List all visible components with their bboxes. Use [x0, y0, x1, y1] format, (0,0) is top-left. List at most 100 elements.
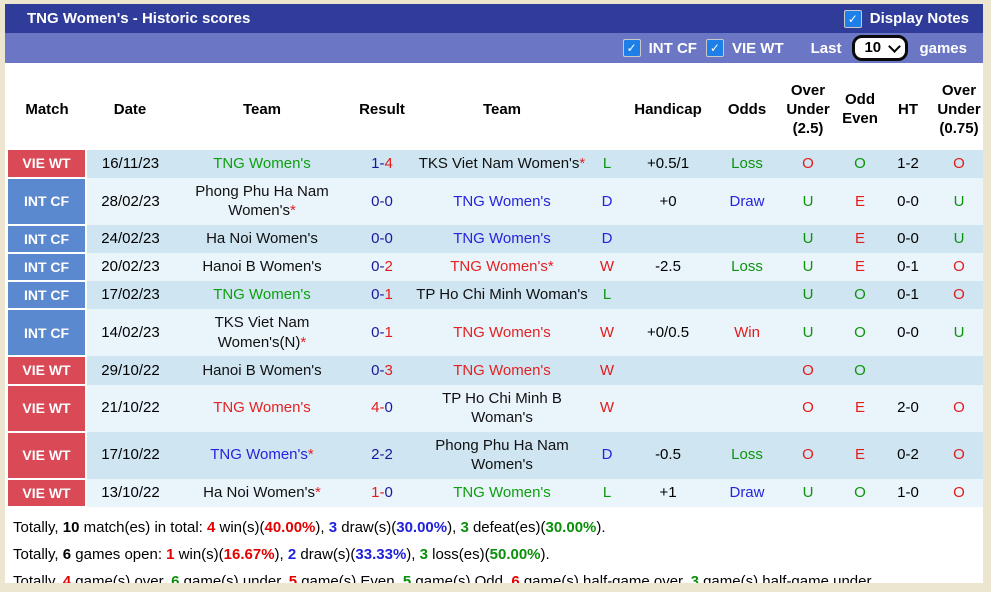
date-cell: 29/10/22	[86, 356, 174, 385]
over-under-075-cell: U	[930, 309, 983, 357]
away-team-name: TNG Women's	[453, 230, 551, 248]
home-team-name: TNG Women's	[213, 286, 311, 304]
away-score: 4	[384, 155, 393, 173]
date-cell: 17/02/23	[86, 281, 174, 310]
away-team-cell: TNG Women's	[414, 356, 590, 385]
over-under-075-cell: O	[930, 252, 983, 282]
totals-segment: 3	[419, 545, 428, 563]
totals-segment: game(s) Even,	[297, 573, 403, 583]
totals-segment: 50.00%	[489, 545, 541, 563]
over-under-075-cell: U	[930, 177, 983, 225]
int-cf-checkbox[interactable]: ✓	[622, 39, 641, 57]
home-team-name: Ha Noi Women's	[206, 230, 318, 248]
result-cell: 0-3	[350, 356, 414, 385]
over-under-075-cell: O	[930, 478, 983, 507]
column-header: Over Under (0.75)	[930, 68, 983, 151]
table-row: VIE WT 17/10/22 TNG Women's* 2-2 Phong Phu H…	[8, 431, 983, 480]
over-under-25-cell: U	[782, 224, 834, 253]
totals-segment: game(s) Odd,	[411, 573, 512, 583]
odds-cell	[712, 356, 782, 385]
home-score: 0	[371, 192, 380, 210]
over-under-25-cell: O	[782, 431, 834, 479]
away-score: 3	[384, 361, 393, 379]
vie-wt-checkbox[interactable]: ✓	[705, 39, 724, 57]
totals-line: Totally, 10 match(es) in total: 4 win(s)…	[13, 519, 981, 536]
away-team-cell: Phong Phu Ha Nam Women's	[414, 431, 590, 479]
home-score: 0	[371, 324, 380, 342]
page-title: TNG Women's - Historic scores	[27, 10, 251, 27]
totals-segment: loss(es)(	[427, 545, 490, 563]
last-label: Last	[810, 39, 842, 57]
home-team-name: TNG Women's	[213, 155, 311, 173]
result-cell: 0-0	[350, 224, 414, 253]
totals-segment: 1	[166, 545, 175, 563]
match-badge: INT CF	[8, 224, 87, 254]
odd-even-cell: E	[834, 252, 886, 282]
home-team-name: TKS Viet Nam Women's(N)	[214, 314, 310, 351]
wdl-cell: D	[590, 224, 624, 253]
promoted-star: *	[314, 483, 321, 501]
match-badge: VIE WT	[8, 431, 87, 480]
date-cell: 14/02/23	[86, 309, 174, 357]
date-cell: 16/11/23	[86, 150, 174, 178]
promoted-star: *	[289, 202, 296, 220]
away-score: 0	[384, 230, 393, 248]
result-cell: 1-0	[350, 478, 414, 507]
over-under-25-cell: O	[782, 150, 834, 178]
away-team-name: TNG Women's	[453, 192, 551, 210]
wdl-cell: W	[590, 384, 624, 432]
totals-segment: 5	[288, 573, 298, 583]
odd-even-cell: O	[834, 309, 886, 357]
handicap-cell	[624, 356, 712, 385]
away-team-cell: TNG Women's	[414, 224, 590, 253]
odd-even-cell: E	[834, 177, 886, 225]
wdl-cell: L	[590, 150, 624, 178]
handicap-cell: +0	[624, 177, 712, 225]
away-score: 0	[384, 399, 393, 417]
result-cell: 1-4	[350, 150, 414, 178]
promoted-star: *	[307, 446, 314, 464]
away-team-cell: TNG Women's	[414, 177, 590, 225]
column-header: Result	[350, 68, 414, 151]
away-score: 2	[384, 446, 393, 464]
away-team-name: TP Ho Chi Minh Woman's	[416, 286, 588, 304]
totals-segment: 10	[62, 518, 80, 536]
table-row: VIE WT 21/10/22 TNG Women's 4-0 TP Ho Chi Mi…	[8, 384, 983, 433]
odd-even-cell: O	[834, 356, 886, 385]
display-notes-checkbox[interactable]: ✓	[843, 9, 862, 28]
totals-segment: 3	[460, 518, 469, 536]
totals-segment: 2	[287, 545, 297, 563]
column-header: Odds	[712, 68, 782, 151]
column-header: Over Under (2.5)	[782, 68, 834, 151]
odd-even-cell: O	[834, 150, 886, 178]
over-under-075-cell: O	[930, 150, 983, 178]
games-label: games	[919, 39, 967, 57]
totals-segment: Totally,	[13, 573, 63, 583]
match-badge: INT CF	[8, 252, 87, 283]
handicap-cell	[624, 281, 712, 310]
odds-cell: Loss	[712, 252, 782, 282]
over-under-075-cell: U	[930, 224, 983, 253]
home-team-cell: TNG Women's	[174, 281, 350, 310]
date-cell: 17/10/22	[86, 431, 174, 479]
filter-bar: ✓ INT CF ✓ VIE WT Last 10 games	[5, 33, 983, 63]
column-header: Match	[8, 68, 86, 151]
date-cell: 13/10/22	[86, 478, 174, 507]
title-bar: TNG Women's - Historic scores ✓ Display …	[5, 4, 983, 33]
odds-cell	[712, 224, 782, 253]
match-badge: VIE WT	[8, 150, 87, 179]
result-cell: 2-2	[350, 431, 414, 479]
handicap-cell: +1	[624, 478, 712, 507]
wdl-cell: D	[590, 177, 624, 225]
match-badge: INT CF	[8, 281, 87, 311]
odd-even-cell: O	[834, 478, 886, 507]
home-score: 1	[371, 483, 380, 501]
last-games-select[interactable]: 10	[852, 35, 909, 61]
handicap-cell: -0.5	[624, 431, 712, 479]
totals-segment: ),	[406, 545, 420, 563]
home-team-cell: Hanoi B Women's	[174, 252, 350, 282]
odd-even-cell: E	[834, 431, 886, 479]
home-team-name: TNG Women's	[213, 399, 311, 417]
over-under-075-cell: O	[930, 281, 983, 310]
home-team-cell: TNG Women's	[174, 150, 350, 178]
